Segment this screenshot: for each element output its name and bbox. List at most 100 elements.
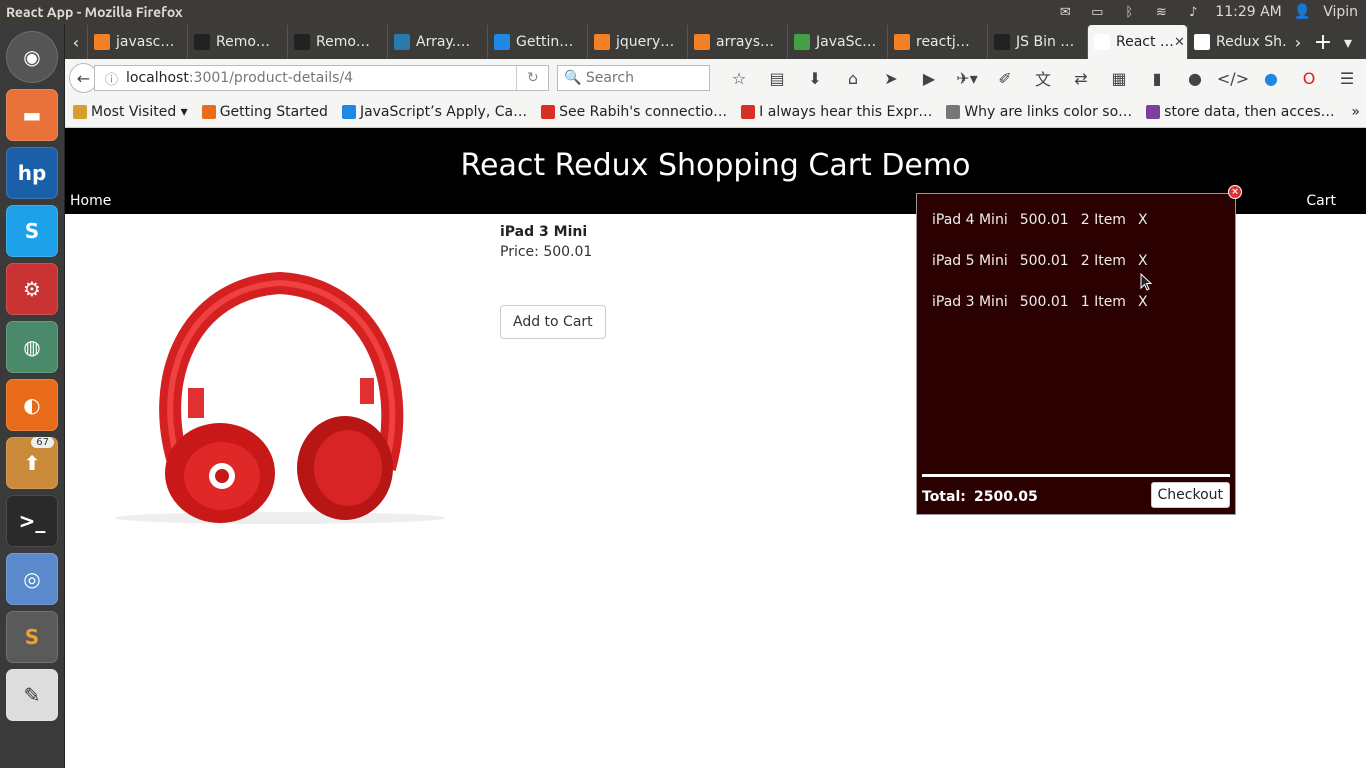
bookmark-item[interactable]: Why are links color so… [946,104,1132,120]
software-updater-icon[interactable]: ⬆ 67 [6,437,58,489]
clock[interactable]: 11:29 AM [1215,4,1281,20]
cart-item-name: iPad 3 Mini [932,294,1008,310]
chromium-icon[interactable]: ◎ [6,553,58,605]
bookmark-item[interactable]: JavaScript’s Apply, Ca… [341,104,528,120]
product-image [115,271,445,524]
menu-icon[interactable]: ☰ [1328,63,1366,93]
send-icon[interactable]: ➤ [872,63,910,93]
browser-tab[interactable]: Gettin… [487,25,587,59]
youtube-icon[interactable]: ▶ [910,63,948,93]
bookmark-star-icon[interactable]: ☆ [720,63,758,93]
bookmark-label: JavaScript’s Apply, Ca… [359,104,528,120]
remove-item-button[interactable]: X [1138,253,1148,269]
browser-tab[interactable]: arrays… [687,25,787,59]
network-tool-icon[interactable]: ◍ [6,321,58,373]
extension-dropdown-icon[interactable]: ✈▾ [948,63,986,93]
search-box[interactable]: 🔍 [557,65,710,91]
tab-label: javasc… [116,34,175,50]
browser-tab[interactable]: javasc… [87,25,187,59]
blue-circle-icon[interactable]: ● [1252,63,1290,93]
close-tab-icon[interactable]: ✕ [1174,35,1185,50]
nav-cart-link[interactable]: Cart [1306,193,1336,209]
browser-tab[interactable]: jquery… [587,25,687,59]
add-to-cart-button[interactable]: Add to Cart [500,305,606,339]
bookmark-item[interactable]: Getting Started [201,104,328,120]
browser-tab[interactable]: JavaSc… [787,25,887,59]
nav-home-link[interactable]: Home [70,193,111,209]
wifi-icon[interactable]: ≋ [1151,5,1171,20]
translate-icon[interactable]: 文 [1024,63,1062,93]
battery-icon[interactable]: ▭ [1087,5,1107,20]
browser-tab[interactable]: Array.… [387,25,487,59]
info-block-icon[interactable]: ▮ [1138,63,1176,93]
user-name[interactable]: Vipin [1323,4,1358,20]
cart-item-price: 500.01 [1019,253,1069,269]
hp-icon[interactable]: hp [6,147,58,199]
search-input[interactable] [585,70,706,86]
bookmark-label: store data, then acces… [1164,104,1335,120]
site-info-icon[interactable]: ⓘ [105,69,118,88]
reload-icon[interactable]: ↻ [516,66,548,90]
bookmark-item[interactable]: I always hear this Expr… [741,104,932,120]
files-icon[interactable]: ▬ [6,89,58,141]
firefox-icon[interactable]: ◐ [6,379,58,431]
cart-item-name: iPad 5 Mini [932,253,1008,269]
gmail-icon [541,105,556,119]
browser-tab[interactable]: Redux Sh… [1187,25,1287,59]
text-editor-icon[interactable]: ✎ [6,669,58,721]
sync-arrows-icon[interactable]: ⇄ [1062,63,1100,93]
settings-icon[interactable]: ⚙ [6,263,58,315]
globe-icon [946,105,961,119]
browser-tab[interactable]: reactj… [887,25,987,59]
browser-tab[interactable]: JS Bin … [987,25,1087,59]
bookmarks-overflow-icon[interactable]: » [1351,104,1366,120]
tab-favicon-icon [994,34,1010,50]
tab-favicon-icon [1194,34,1210,50]
tabs-scroll-right-icon[interactable]: › [1287,25,1309,59]
tab-label: Remo… [216,34,270,50]
feed-icon [741,105,756,119]
product-info: iPad 3 Mini Price: 500.01 [500,224,592,260]
s3-icon[interactable]: ▦ [1100,63,1138,93]
close-icon[interactable]: × [1228,185,1242,199]
downloads-icon[interactable]: ⬇ [796,63,834,93]
colors-icon[interactable]: ● [1176,63,1214,93]
bookmark-item[interactable]: See Rabih's connectio… [541,104,727,120]
tab-favicon-icon [194,34,210,50]
navigation-bar: ← ⓘ localhost :3001/product-details/4 ↻ … [65,59,1366,97]
terminal-icon[interactable]: >_ [6,495,58,547]
bookmark-label: Most Visited ▾ [91,104,188,120]
user-icon[interactable]: 👤 [1294,4,1311,20]
tab-label: Remo… [316,34,370,50]
mail-icon[interactable]: ✉ [1055,5,1075,20]
browser-tab[interactable]: React … ✕ [1087,25,1187,59]
url-path: :3001/product-details/4 [188,70,354,86]
reading-list-icon[interactable]: ▤ [758,63,796,93]
remove-item-button[interactable]: X [1138,212,1148,228]
cart-total-label: Total: [922,489,966,505]
opera-icon[interactable]: O [1290,63,1328,93]
remove-item-button[interactable]: X [1138,294,1148,310]
url-bar[interactable]: ⓘ localhost :3001/product-details/4 ↻ [93,65,550,91]
store-icon [1146,105,1161,119]
ubuntu-dash-icon[interactable]: ◉ [6,31,58,83]
home-icon[interactable]: ⌂ [834,63,872,93]
indicator-area: ✉ ▭ ᛒ ≋ ♪ 11:29 AM 👤 Vipin [1055,4,1366,20]
bluetooth-icon[interactable]: ᛒ [1119,5,1139,20]
os-top-bar: React App - Mozilla Firefox ✉ ▭ ᛒ ≋ ♪ 11… [0,0,1366,24]
bookmark-item[interactable]: store data, then acces… [1146,104,1335,120]
new-tab-button[interactable]: + [1309,25,1337,59]
cart-item: iPad 3 Mini 500.01 1 Item X [932,294,1160,310]
eyedropper-icon[interactable]: ✐ [986,63,1024,93]
skype-icon[interactable]: S [6,205,58,257]
tab-list-dropdown-icon[interactable]: ▾ [1337,25,1359,59]
sublime-text-icon[interactable]: S [6,611,58,663]
bookmark-item[interactable]: Most Visited ▾ [73,104,188,120]
browser-tab[interactable]: Remo… [287,25,387,59]
tab-favicon-icon [894,34,910,50]
dev-tools-icon[interactable]: </> [1214,63,1252,93]
browser-tab[interactable]: Remo… [187,25,287,59]
checkout-button[interactable]: Checkout [1150,482,1230,508]
volume-icon[interactable]: ♪ [1183,5,1203,20]
tabs-scroll-left-icon[interactable]: ‹ [65,25,87,59]
